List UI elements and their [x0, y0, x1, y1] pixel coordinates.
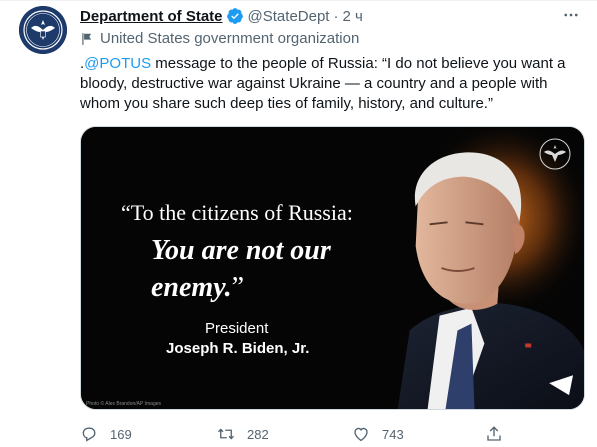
reply-count: 169 — [110, 426, 132, 442]
handle[interactable]: @StateDept — [248, 8, 330, 25]
flag-icon — [82, 32, 92, 45]
heart-icon — [354, 427, 368, 442]
timestamp[interactable]: 2 ч — [342, 8, 362, 25]
tweet-media[interactable]: “To the citizens of Russia: You are not … — [80, 126, 585, 410]
state-seal-icon — [19, 6, 67, 54]
action-bar: 169 282 743 — [80, 424, 510, 444]
verified-badge-icon — [226, 7, 244, 25]
quote-close-mark: ” — [231, 272, 245, 303]
like-count: 743 — [382, 426, 404, 442]
quote-signature: Joseph R. Biden, Jr. — [166, 340, 310, 357]
like-button[interactable]: 743 — [352, 425, 404, 443]
more-icon[interactable] — [561, 5, 581, 25]
reply-icon — [82, 427, 96, 442]
separator-dot: · — [333, 7, 339, 25]
reply-button[interactable]: 169 — [80, 425, 132, 443]
quote-title: President — [205, 320, 269, 337]
quote-intro: “To the citizens of Russia: — [121, 200, 353, 225]
retweet-button[interactable]: 282 — [217, 425, 269, 443]
tweet[interactable]: Department of State @StateDept · 2 ч Uni… — [0, 0, 597, 447]
quote-main: You are not our enemy.” — [151, 232, 391, 306]
avatar[interactable] — [19, 6, 67, 54]
photo-credit: Photo © Alex Brandon/AP Images — [86, 401, 162, 407]
mention-link[interactable]: @POTUS — [84, 55, 151, 72]
retweet-icon — [218, 428, 234, 440]
gov-label-text: United States government organization — [100, 30, 360, 47]
retweet-count: 282 — [247, 426, 269, 442]
share-icon — [487, 426, 501, 441]
state-seal-icon — [538, 137, 572, 171]
display-name[interactable]: Department of State — [80, 8, 223, 25]
share-button[interactable] — [485, 425, 515, 443]
text-body: message to the people of Russia: “I do n… — [80, 55, 566, 112]
gov-label[interactable]: United States government organization — [80, 30, 359, 47]
tweet-header: Department of State @StateDept · 2 ч — [80, 6, 581, 26]
tweet-text: .@POTUS message to the people of Russia:… — [80, 54, 580, 114]
